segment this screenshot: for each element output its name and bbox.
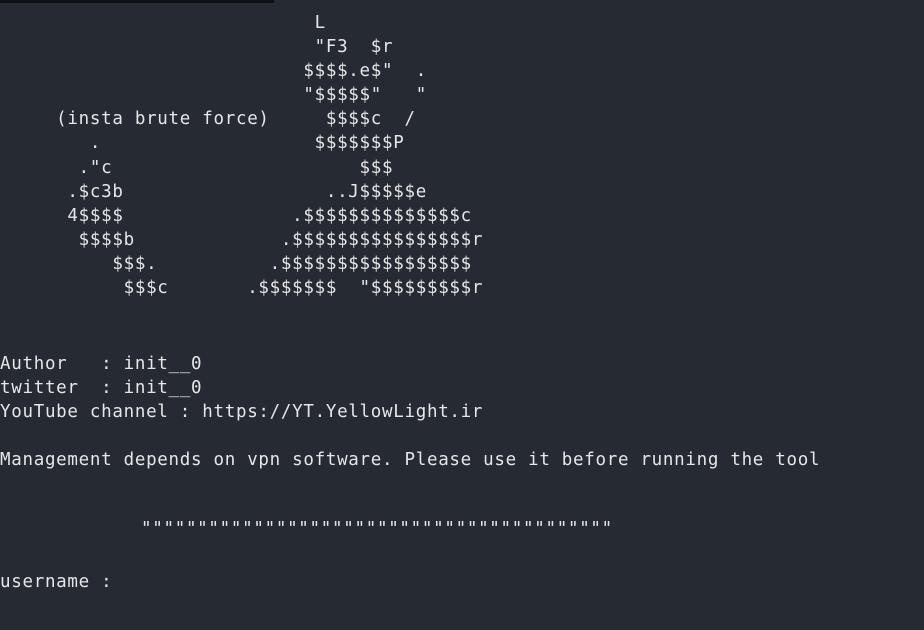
youtube-channel-line: YouTube channel : https://YT.YellowLight…	[0, 402, 484, 422]
username-prompt[interactable]: username :	[0, 570, 124, 594]
terminal-window[interactable]: L "F3 $r $$$$.e$" . "$$$$$" " (insta bru…	[0, 0, 924, 630]
vpn-notice-line: Management depends on vpn software. Plea…	[0, 450, 821, 470]
ascii-art-banner: L "F3 $r $$$$.e$" . "$$$$$" " (insta bru…	[56, 13, 484, 299]
author-line: Author : init__0	[0, 354, 203, 374]
quote-divider-line: """"""""""""""""""""""""""""""""""""""""…	[141, 519, 613, 539]
twitter-line: twitter : init__0	[0, 378, 203, 398]
window-tab-strip	[0, 0, 274, 3]
